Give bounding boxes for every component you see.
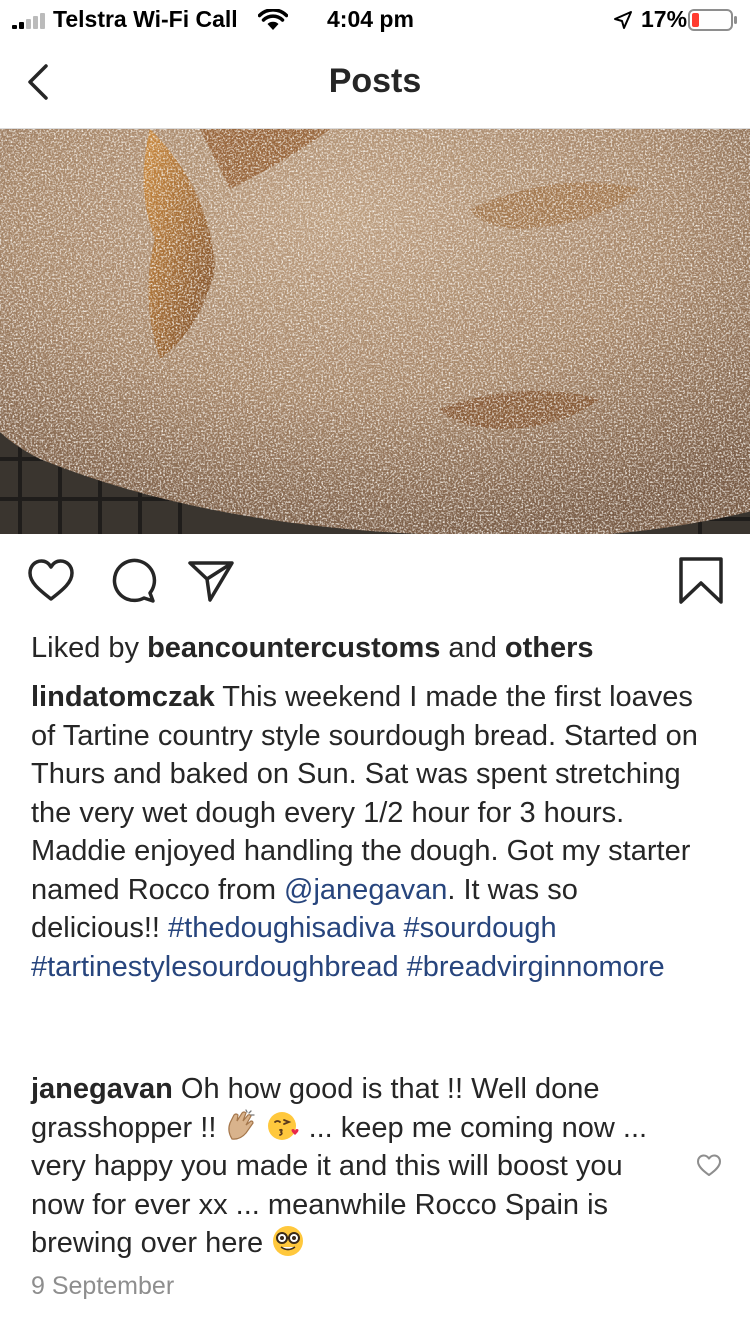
nav-bar: Posts <box>0 40 750 129</box>
likes-others-link[interactable]: others <box>505 632 594 664</box>
post-date: 9 September <box>31 1272 175 1300</box>
signal-icon <box>12 13 45 29</box>
sourdough-loaf-photo <box>0 129 750 534</box>
post-caption: lindatomczak This weekend I made the fir… <box>31 678 711 986</box>
post-actions <box>0 550 750 610</box>
caption-username[interactable]: lindatomczak <box>31 681 215 713</box>
location-arrow-icon <box>614 11 632 29</box>
carrier-name: Telstra Wi-Fi Call <box>53 6 238 32</box>
nerd-face-emoji <box>273 1226 304 1256</box>
battery-icon <box>688 9 737 31</box>
page-title: Posts <box>328 62 422 100</box>
heart-icon[interactable] <box>26 556 76 606</box>
comment: janegavan Oh how good is that !! Well do… <box>31 1070 671 1263</box>
battery-percentage: 17% <box>641 6 688 32</box>
likes-middle: and <box>440 632 505 664</box>
hashtag-link[interactable]: #sourdough <box>403 912 556 944</box>
caption-text: This weekend I made the first loaves of … <box>31 681 698 906</box>
mention-link[interactable]: @janegavan <box>284 874 447 906</box>
bookmark-icon[interactable] <box>676 556 726 606</box>
heart-outline-icon[interactable] <box>696 1153 722 1177</box>
likes-line: Liked by beancountercustoms and others <box>31 629 711 668</box>
liker-username[interactable]: beancountercustoms <box>147 632 440 664</box>
comment-username[interactable]: janegavan <box>31 1073 173 1105</box>
clock: 4:04 pm <box>327 6 414 32</box>
post-image[interactable] <box>0 129 750 534</box>
status-bar: Telstra Wi-Fi Call 4:04 pm 17% <box>0 0 750 40</box>
hashtag-link[interactable]: #breadvirginnomore <box>407 951 665 983</box>
hashtag-link[interactable]: #thedoughisadiva <box>168 912 395 944</box>
comment-icon[interactable] <box>108 556 158 606</box>
wifi-icon <box>258 9 288 30</box>
hashtag-link[interactable]: #tartinestylesourdoughbread <box>31 951 399 983</box>
face-blowing-kiss-emoji <box>267 1111 299 1140</box>
clapping-hands-emoji <box>228 1108 256 1140</box>
share-icon[interactable] <box>186 556 236 606</box>
likes-prefix: Liked by <box>31 632 148 664</box>
